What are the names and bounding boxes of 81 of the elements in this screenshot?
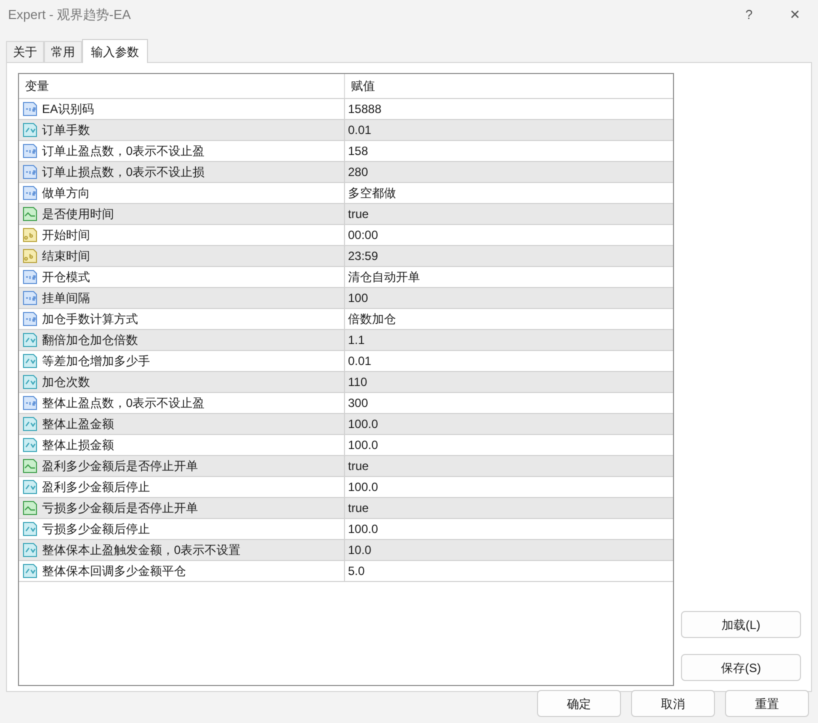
decimal-type-icon: [22, 437, 38, 453]
value-cell[interactable]: 300: [348, 394, 368, 412]
value-cell[interactable]: 倍数加仓: [348, 310, 396, 328]
integer-type-icon: [22, 143, 38, 159]
value-cell[interactable]: 110: [348, 373, 368, 391]
decimal-type-icon: [22, 353, 38, 369]
integer-type-icon: [22, 269, 38, 285]
value-cell[interactable]: 100.0: [348, 415, 378, 433]
variable-name: 开始时间: [42, 227, 90, 244]
toggle-type-icon: [22, 500, 38, 516]
variable-name: 盈利多少金额后停止: [42, 479, 150, 496]
variable-name: 亏损多少金额后是否停止开单: [42, 500, 198, 517]
value-cell[interactable]: 100.0: [348, 436, 378, 454]
value-cell[interactable]: 158: [348, 142, 368, 160]
variable-name: 等差加仓增加多少手: [42, 353, 150, 370]
window-title: Expert - 观界趋势-EA: [8, 6, 131, 24]
variable-name: 整体止损金额: [42, 437, 114, 454]
decimal-type-icon: [22, 542, 38, 558]
tab[interactable]: 关于: [6, 41, 44, 62]
value-cell[interactable]: 清仓自动开单: [348, 268, 420, 286]
variable-name: 盈利多少金额后是否停止开单: [42, 458, 198, 475]
action-button[interactable]: 保存(S): [681, 654, 801, 681]
dialog-button[interactable]: 取消: [631, 690, 715, 717]
column-header[interactable]: 赋值: [345, 74, 673, 98]
integer-type-icon: [22, 311, 38, 327]
text-type-icon: [22, 248, 38, 264]
integer-type-icon: [22, 185, 38, 201]
value-cell[interactable]: 15888: [348, 100, 382, 118]
variable-name: 开仓模式: [42, 269, 90, 286]
decimal-type-icon: [22, 521, 38, 537]
decimal-type-icon: [22, 416, 38, 432]
decimal-type-icon: [22, 374, 38, 390]
integer-type-icon: [22, 395, 38, 411]
decimal-type-icon: [22, 122, 38, 138]
tab[interactable]: 输入参数: [82, 39, 148, 63]
variable-name: 整体保本止盈触发金额，0表示不设置: [42, 542, 241, 559]
variable-name: 整体保本回调多少金额平仓: [42, 563, 186, 580]
decimal-type-icon: [22, 563, 38, 579]
value-cell[interactable]: 5.0: [348, 562, 365, 580]
help-button[interactable]: ?: [726, 0, 772, 30]
variable-name: 做单方向: [42, 185, 90, 202]
variable-name: 整体止盈金额: [42, 416, 114, 433]
value-cell[interactable]: 0.01: [348, 352, 372, 370]
variable-name: 订单手数: [42, 122, 90, 139]
value-cell[interactable]: 00:00: [348, 226, 378, 244]
decimal-type-icon: [22, 332, 38, 348]
toggle-type-icon: [22, 206, 38, 222]
dialog-button[interactable]: 确定: [537, 690, 621, 717]
value-cell[interactable]: 10.0: [348, 541, 372, 559]
value-cell[interactable]: 1.1: [348, 331, 365, 349]
text-type-icon: [22, 227, 38, 243]
dialog-button[interactable]: 重置: [725, 690, 809, 717]
toggle-type-icon: [22, 458, 38, 474]
value-cell[interactable]: 280: [348, 163, 368, 181]
action-button[interactable]: 加载(L): [681, 611, 801, 638]
variable-name: 订单止盈点数，0表示不设止盈: [42, 143, 205, 160]
value-cell[interactable]: 23:59: [348, 247, 378, 265]
variable-name: 结束时间: [42, 248, 90, 265]
decimal-type-icon: [22, 479, 38, 495]
value-cell[interactable]: 0.01: [348, 121, 372, 139]
value-cell[interactable]: true: [348, 205, 369, 223]
variable-name: 挂单间隔: [42, 290, 90, 307]
variable-name: 订单止损点数，0表示不设止损: [42, 164, 205, 181]
integer-type-icon: [22, 164, 38, 180]
integer-type-icon: [22, 290, 38, 306]
variable-name: 翻倍加仓加仓倍数: [42, 332, 138, 349]
variable-name: 加仓手数计算方式: [42, 311, 138, 328]
value-cell[interactable]: 100.0: [348, 478, 378, 496]
variable-name: EA识别码: [42, 101, 94, 118]
value-cell[interactable]: 100.0: [348, 520, 378, 538]
value-cell[interactable]: 100: [348, 289, 368, 307]
integer-type-icon: [22, 101, 38, 117]
close-button[interactable]: ✕: [772, 0, 818, 30]
variable-name: 加仓次数: [42, 374, 90, 391]
value-cell[interactable]: 多空都做: [348, 184, 396, 202]
value-cell[interactable]: true: [348, 457, 369, 475]
variable-name: 整体止盈点数，0表示不设止盈: [42, 395, 205, 412]
variable-name: 亏损多少金额后停止: [42, 521, 150, 538]
tab[interactable]: 常用: [44, 41, 82, 62]
variable-name: 是否使用时间: [42, 206, 114, 223]
value-cell[interactable]: true: [348, 499, 369, 517]
